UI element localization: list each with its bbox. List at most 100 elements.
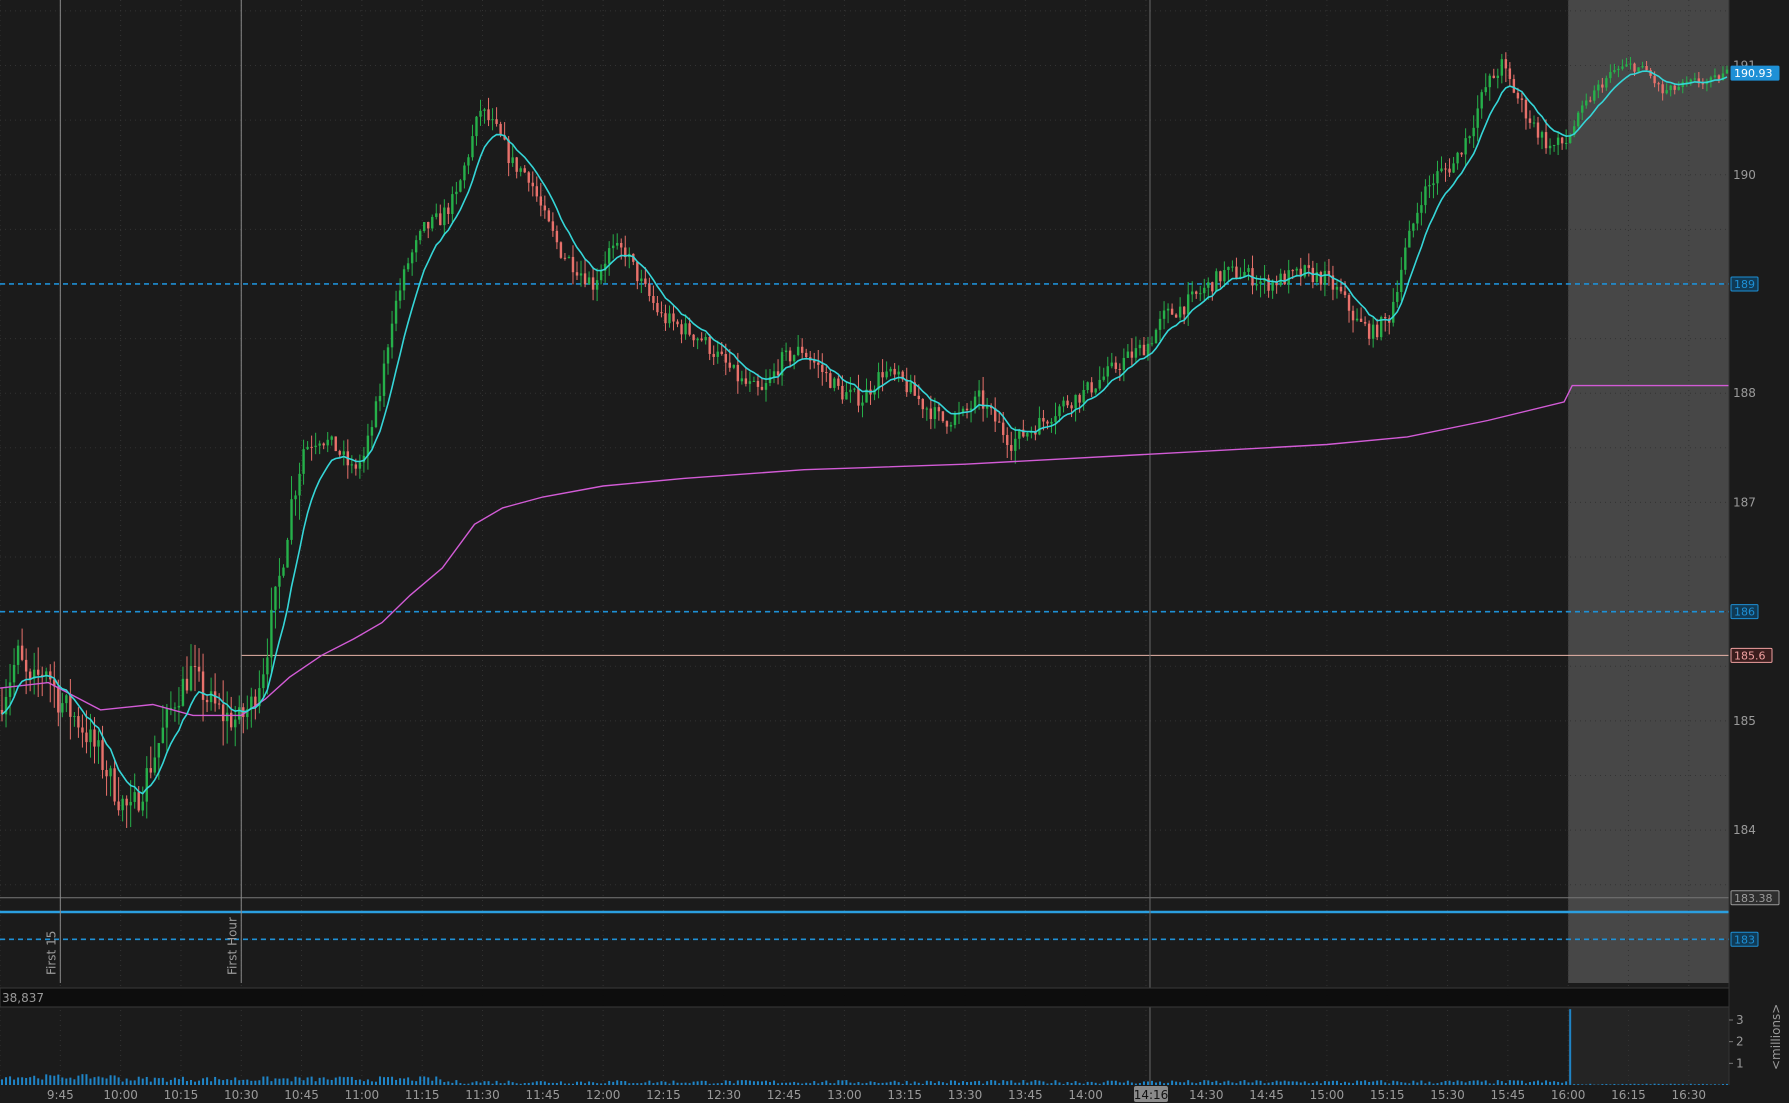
volume-bar <box>881 1082 884 1085</box>
time-tick-label: 13:45 <box>1008 1088 1043 1102</box>
candle-body <box>197 666 201 672</box>
volume-bar <box>700 1080 703 1085</box>
volume-bar <box>1637 1084 1640 1085</box>
volume-bar <box>21 1077 24 1085</box>
candle-body <box>1428 185 1431 187</box>
candle-body <box>937 407 941 412</box>
volume-bar <box>865 1082 868 1085</box>
candle-body <box>350 464 354 466</box>
candle-body <box>334 436 337 452</box>
candle-body <box>1291 270 1294 272</box>
candle-body <box>24 659 28 672</box>
volume-bar <box>1488 1083 1491 1085</box>
volume-bar <box>785 1082 788 1085</box>
candle-body <box>929 408 933 420</box>
volume-bar <box>596 1083 599 1085</box>
volume-bar <box>1215 1080 1218 1085</box>
candle-body <box>1548 145 1552 149</box>
candle-body <box>1050 421 1053 424</box>
volume-bar <box>1263 1083 1266 1085</box>
candle-body <box>1544 132 1548 149</box>
candle-body <box>145 768 148 802</box>
volume-bar <box>941 1082 944 1085</box>
time-tick-label: 14:00 <box>1068 1088 1103 1102</box>
volume-bar <box>354 1079 357 1085</box>
volume-bar <box>1645 1083 1648 1085</box>
candle-body <box>73 716 76 718</box>
volume-bar <box>117 1077 120 1085</box>
volume-bar <box>1348 1082 1351 1085</box>
candle-body <box>133 792 136 802</box>
volume-bar <box>652 1083 655 1085</box>
time-tick-label: 16:00 <box>1551 1088 1586 1102</box>
candle-body <box>173 707 177 709</box>
volume-bar <box>1255 1080 1258 1085</box>
volume-bar <box>13 1079 16 1085</box>
volume-bar <box>970 1081 973 1085</box>
candle-body <box>917 395 920 400</box>
volume-bar <box>1030 1081 1033 1085</box>
candle-body <box>1436 171 1439 184</box>
candle-body <box>69 695 72 717</box>
candle-body <box>1444 168 1447 170</box>
candle-body <box>1090 382 1093 393</box>
volume-bar <box>1412 1080 1415 1085</box>
volume-bar <box>1685 1084 1688 1085</box>
candle-body <box>1343 291 1347 296</box>
candle-body <box>672 313 675 322</box>
volume-bar <box>773 1080 776 1085</box>
candle-body <box>1195 291 1198 294</box>
volume-bar <box>1500 1081 1503 1085</box>
volume-bar <box>1344 1081 1347 1085</box>
candle-body <box>1613 70 1616 73</box>
volume-bar <box>258 1080 261 1085</box>
candle-body <box>89 729 92 743</box>
candle-body <box>1605 78 1608 88</box>
volume-bar <box>1440 1082 1443 1085</box>
candle-body <box>322 443 325 446</box>
volume-bar <box>113 1075 116 1085</box>
price-tick-label: 187 <box>1733 495 1756 509</box>
candle-body <box>680 324 683 335</box>
price-tag: 183 <box>1730 931 1759 947</box>
volume-bar <box>736 1080 739 1085</box>
candle-body <box>1207 282 1210 288</box>
volume-bar <box>1496 1080 1499 1085</box>
volume-tick-label: 1 <box>1736 1056 1744 1070</box>
candle-body <box>1283 273 1286 285</box>
volume-bar <box>1323 1081 1326 1085</box>
volume-bar <box>1291 1081 1294 1085</box>
candle-body <box>756 380 760 387</box>
volume-bar <box>1364 1080 1367 1085</box>
volume-bar <box>584 1083 587 1085</box>
volume-bar <box>507 1080 510 1085</box>
volume-bar <box>101 1077 104 1085</box>
candle-body <box>185 678 189 691</box>
volume-bar <box>945 1083 948 1085</box>
volume-bar <box>1520 1080 1523 1085</box>
volume-bar <box>173 1077 176 1085</box>
time-tick-label: 13:30 <box>948 1088 983 1102</box>
candle-body <box>93 729 96 747</box>
volume-bar <box>974 1081 977 1085</box>
time-tick-label: 12:30 <box>706 1088 741 1102</box>
volume-bar <box>728 1080 731 1085</box>
price-chart[interactable]: First 15 First Hour 38,837 184 185 186 187 18… <box>0 0 1789 1103</box>
candle-body <box>1307 265 1311 268</box>
volume-bar <box>302 1080 305 1085</box>
volume-bar <box>1376 1080 1379 1085</box>
candle-body <box>821 364 824 373</box>
volume-bar <box>833 1083 836 1085</box>
candle-body <box>483 109 486 111</box>
candle-body <box>286 539 289 568</box>
volume-bar <box>210 1081 213 1085</box>
price-tag-label: 183 <box>1734 933 1755 946</box>
candle-body <box>841 385 844 400</box>
volume-bar <box>978 1080 981 1085</box>
volume-bar <box>760 1081 763 1085</box>
candle-body <box>65 695 68 704</box>
volume-bar <box>1681 1083 1684 1085</box>
volume-bar <box>1436 1083 1439 1085</box>
candle-body <box>692 334 695 341</box>
candle-body <box>81 727 84 733</box>
